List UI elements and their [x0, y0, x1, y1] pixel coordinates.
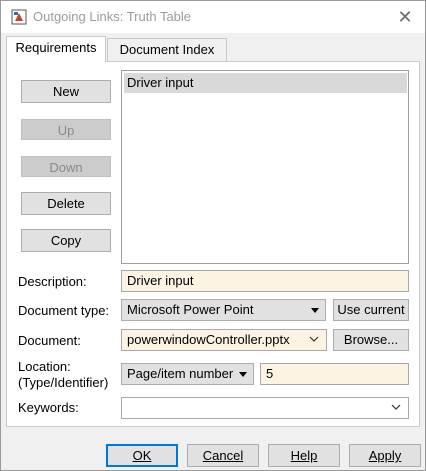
- document-label: Document:: [18, 333, 81, 348]
- outgoing-links-dialog: Outgoing Links: Truth Table ✕ Requiremen…: [0, 0, 426, 471]
- caret-down-icon: [239, 372, 247, 377]
- window-title: Outgoing Links: Truth Table: [33, 9, 192, 24]
- location-type-select[interactable]: Page/item number: [121, 363, 254, 385]
- document-type-select[interactable]: Microsoft Power Point: [121, 299, 326, 321]
- description-field[interactable]: Driver input: [121, 270, 409, 292]
- simulink-link-icon: [11, 9, 27, 25]
- new-button[interactable]: New: [21, 80, 111, 103]
- tab-document-index[interactable]: Document Index: [107, 38, 227, 62]
- requirements-list[interactable]: Driver input: [121, 70, 409, 264]
- requirements-panel: New Up Down Delete Copy Driver input Des…: [6, 61, 420, 427]
- keywords-label: Keywords:: [18, 400, 79, 415]
- help-label: Help: [290, 448, 318, 463]
- up-button[interactable]: Up: [21, 119, 111, 140]
- help-button[interactable]: Help: [268, 444, 340, 467]
- chevron-down-icon[interactable]: [390, 400, 402, 414]
- description-label: Description:: [18, 274, 87, 289]
- location-identifier-field[interactable]: 5: [260, 363, 409, 385]
- ok-button[interactable]: OK: [106, 444, 178, 467]
- location-sublabel: (Type/Identifier): [18, 375, 109, 390]
- location-type-value: Page/item number: [127, 366, 234, 381]
- document-type-label: Document type:: [18, 303, 110, 318]
- apply-button[interactable]: Apply: [349, 444, 421, 467]
- down-button[interactable]: Down: [21, 156, 111, 177]
- close-icon: ✕: [397, 7, 413, 27]
- close-button[interactable]: ✕: [393, 5, 417, 29]
- cancel-label: Cancel: [202, 448, 244, 463]
- location-label: Location:: [18, 359, 71, 374]
- document-type-value: Microsoft Power Point: [127, 302, 254, 317]
- browse-button[interactable]: Browse...: [333, 329, 409, 351]
- list-item[interactable]: Driver input: [124, 73, 407, 93]
- tab-requirements[interactable]: Requirements: [6, 36, 106, 62]
- ok-label: OK: [132, 448, 152, 463]
- copy-button[interactable]: Copy: [21, 229, 111, 252]
- title-bar: Outgoing Links: Truth Table ✕: [1, 1, 425, 33]
- delete-button[interactable]: Delete: [21, 192, 111, 215]
- caret-down-icon: [311, 308, 319, 313]
- keywords-combo[interactable]: [121, 397, 409, 419]
- chevron-down-icon[interactable]: [308, 332, 320, 346]
- use-current-button[interactable]: Use current: [333, 299, 409, 321]
- apply-label: Apply: [368, 448, 402, 463]
- cancel-button[interactable]: Cancel: [187, 444, 259, 467]
- document-combo[interactable]: powerwindowController.pptx: [121, 329, 327, 351]
- document-value: powerwindowController.pptx: [127, 332, 290, 347]
